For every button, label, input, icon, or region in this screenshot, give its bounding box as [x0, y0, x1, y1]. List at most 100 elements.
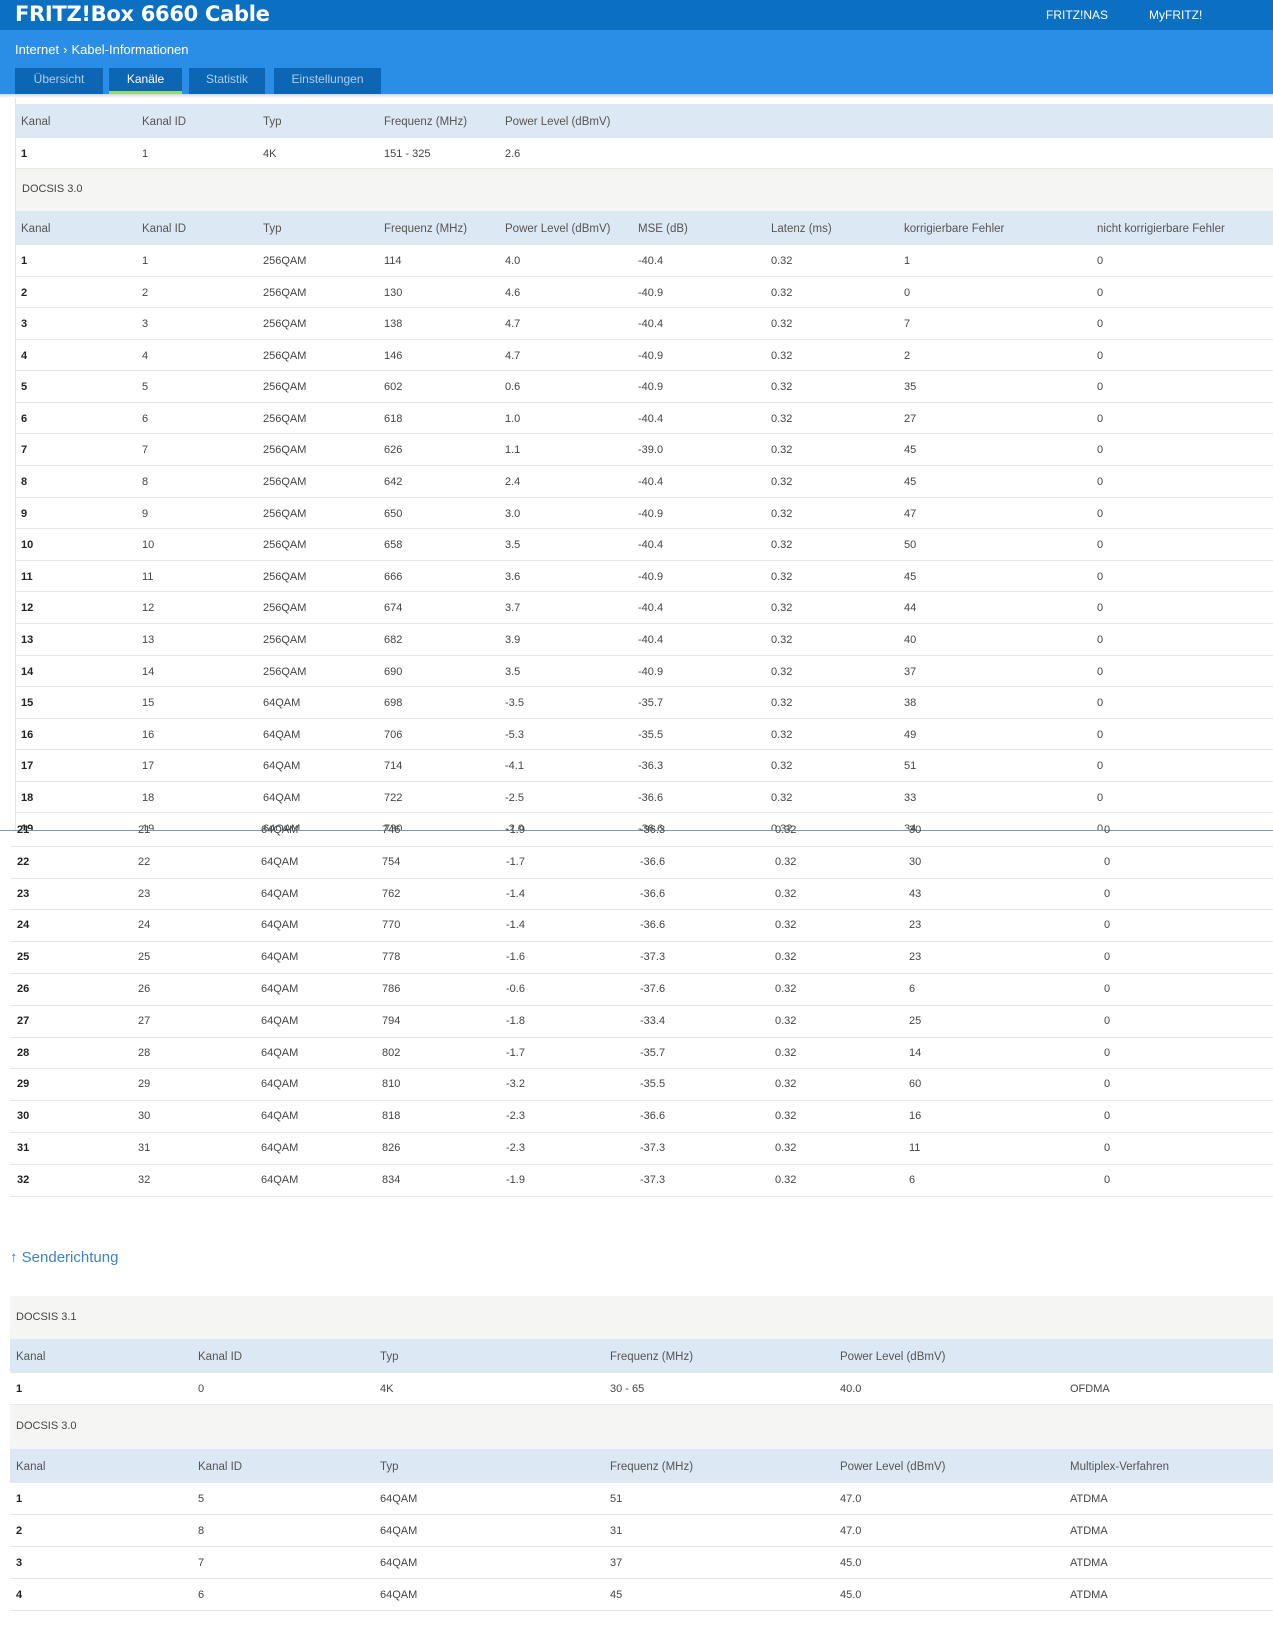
ds30-table-row-cell: 2 [904, 349, 911, 362]
us30-table-row-cell: 64QAM [380, 1493, 418, 1505]
ds30-table-row: 12 12 256QAM 674 3.7 -40.4 0.32 44 0 [16, 592, 1273, 624]
ds30-table-row-cell: 826 [382, 1142, 401, 1154]
fritznas-link[interactable]: FRITZ!NAS [1046, 8, 1108, 22]
ds30-table-row-cell: 23 [17, 887, 30, 900]
ds30-table-row-cell: -1.4 [506, 919, 525, 932]
downstream-continued-panel: 21 21 64QAM 746 -1.9 -36.3 0.32 30 0 22 22 64QAM 754… [10, 824, 1273, 1631]
senderichtung-heading: ↑ Senderichtung [10, 1249, 118, 1266]
ds30-table-row-cell: -2.3 [506, 1142, 525, 1154]
ds30-table-row-cell: 0 [1104, 887, 1111, 900]
us30-header-row-cell: Typ [380, 1461, 399, 1473]
us30-table-row-cell: ATDMA [1070, 1589, 1108, 1601]
ds30-table-row-cell: 0.32 [775, 919, 797, 932]
ds30-table-row-cell: -37.3 [640, 1173, 666, 1186]
us30-table-row-cell: 47.0 [840, 1525, 862, 1537]
ds30-table-row-cell: 11 [142, 570, 154, 583]
tab-kanaele[interactable]: Kanäle [109, 68, 182, 94]
ds30-table-row: 15 15 64QAM 698 -3.5 -35.7 0.32 38 0 [16, 687, 1273, 719]
ds30-table-row: 16 16 64QAM 706 -5.3 -35.5 0.32 49 0 [16, 719, 1273, 751]
ds30-table-row-cell: 25 [17, 951, 30, 964]
ds30-table-row-cell: 28 [138, 1046, 151, 1059]
tab-uebersicht[interactable]: Übersicht [15, 68, 103, 94]
ds30-table-row: 9 9 256QAM 650 3.0 -40.9 0.32 47 0 [16, 498, 1273, 530]
us30-table-row-cell: 31 [610, 1525, 623, 1537]
ds31-table-row-cell: 1 [142, 148, 149, 160]
ds30-table-row-cell: 0 [904, 286, 911, 299]
ds30-table-row-cell: 3.0 [505, 507, 521, 520]
ds30-table-row-cell: 31 [17, 1142, 30, 1154]
ds30-table-row: 25 25 64QAM 778 -1.6 -37.3 0.32 23 0 [10, 942, 1273, 974]
us31-table-row-cell: 4K [380, 1383, 394, 1395]
ds30-table-row-cell: 0.32 [775, 951, 797, 964]
ds30-table-row-cell: 256QAM [263, 665, 307, 678]
ds30-table-row-cell: -35.7 [640, 1046, 666, 1059]
ds30-table-row-cell: 4 [21, 349, 28, 362]
product-title: FRITZ!Box 6660 Cable [15, 2, 270, 26]
ds30-table-row-cell: 1.1 [505, 444, 521, 457]
ds30-table-row-cell: 64QAM [261, 983, 299, 995]
ds30-table-row: 28 28 64QAM 802 -1.7 -35.7 0.32 14 0 [10, 1038, 1273, 1070]
ds30-table-row-cell: 13 [21, 633, 34, 646]
ds30-header-row-cell: Power Level (dBmV) [505, 223, 611, 235]
ds30-table-row-cell: 256QAM [263, 286, 307, 299]
ds30-table-row: 1 1 256QAM 114 4.0 -40.4 0.32 1 0 [16, 245, 1273, 277]
ds30-table-row-cell: 0 [1104, 983, 1111, 995]
ds30-table-row: 32 32 64QAM 834 -1.9 -37.3 0.32 6 0 [10, 1165, 1273, 1197]
ds30-table-row-cell: 49 [904, 728, 917, 741]
ds30-header-row-cell: Typ [263, 223, 282, 235]
ds30-table-row-cell: 0 [1097, 697, 1104, 710]
ds31-header-row: Kanal Kanal ID Typ Frequenz (MHz) Power Leve… [16, 104, 1273, 138]
us30-table-row-cell: 64QAM [380, 1525, 418, 1537]
ds30-table-row-cell: -40.9 [638, 349, 664, 362]
ds30-table-row-cell: 22 [138, 855, 151, 868]
ds30-table-row-cell: 0.32 [775, 1142, 797, 1154]
ds30-table-row-cell: -37.3 [640, 1142, 666, 1154]
ds30-table-row-cell: 1 [21, 255, 28, 267]
ds30-table-row-cell: 9 [21, 507, 28, 520]
ds30-table-row-cell: -39.0 [638, 444, 664, 457]
ds30-table-row-cell: 0.32 [771, 665, 793, 678]
us30-table-row-cell: ATDMA [1070, 1493, 1108, 1505]
ds30-table-row-cell: -40.9 [638, 381, 664, 394]
ds30-table-row-cell: -40.4 [638, 633, 664, 646]
ds30-table-row-cell: 0.32 [771, 728, 793, 741]
ds30-table-row-cell: 0 [1097, 349, 1104, 362]
breadcrumb-internet[interactable]: Internet [15, 42, 59, 57]
myfritz-link[interactable]: MyFRITZ! [1149, 8, 1202, 22]
ds30-table-row-cell: 3.5 [505, 665, 521, 678]
tab-einstellungen[interactable]: Einstellungen [274, 68, 381, 94]
tab-statistik[interactable]: Statistik [189, 68, 265, 94]
us30-header-row-cell: Frequenz (MHz) [610, 1461, 694, 1473]
ds30-table-row-cell: 21 [138, 824, 151, 836]
ds30-table-row-cell: -33.4 [640, 1014, 666, 1027]
ds30-table-row-cell: 4 [142, 349, 149, 362]
ds30-table-row-cell: 25 [909, 1014, 922, 1027]
ds30-section: DOCSIS 3.0 [16, 169, 1273, 211]
ds30-table-row-cell: 256QAM [263, 412, 307, 425]
ds30-table-row: 18 18 64QAM 722 -2.5 -36.6 0.32 33 0 [16, 782, 1273, 814]
ds30-table-row-cell: 15 [21, 697, 34, 710]
ds30-table-row: 21 21 64QAM 746 -1.9 -36.3 0.32 30 0 [10, 815, 1273, 847]
ds30-table-row-cell: 14 [21, 665, 34, 678]
ds30-table-row-cell: 14 [142, 665, 155, 678]
ds30-table-row-cell: 256QAM [263, 381, 307, 394]
ds30-table-row-cell: -40.9 [638, 286, 664, 299]
ds30-table-row-cell: -40.4 [638, 318, 664, 331]
us30-table-row-cell: 3 [16, 1557, 23, 1569]
ds30-table-row-cell: 40 [904, 633, 917, 646]
ds30-table-row-cell: 29 [138, 1078, 151, 1091]
ds30-table-row-cell: 706 [384, 728, 403, 741]
ds30-table-row-cell: 0.32 [771, 381, 793, 394]
ds30-table-row-cell: 45 [904, 570, 917, 583]
ds30-table-row-cell: 64QAM [261, 824, 299, 836]
ds30-table-row-cell: -3.5 [505, 697, 524, 710]
ds30-table-row-cell: 0 [1097, 570, 1104, 583]
ds30-table-row-cell: 14 [909, 1046, 922, 1059]
ds30-table-row-cell: 10 [21, 539, 34, 552]
ds30-table-row-cell: 130 [384, 286, 403, 299]
ds30-header-row-cell: Frequenz (MHz) [384, 223, 468, 235]
ds30-table-row-cell: 28 [17, 1046, 30, 1059]
us30-section: DOCSIS 3.0 [10, 1405, 1273, 1449]
ds30-table-row-cell: 32 [17, 1173, 30, 1186]
ds30-table-row-cell: 16 [909, 1110, 922, 1123]
